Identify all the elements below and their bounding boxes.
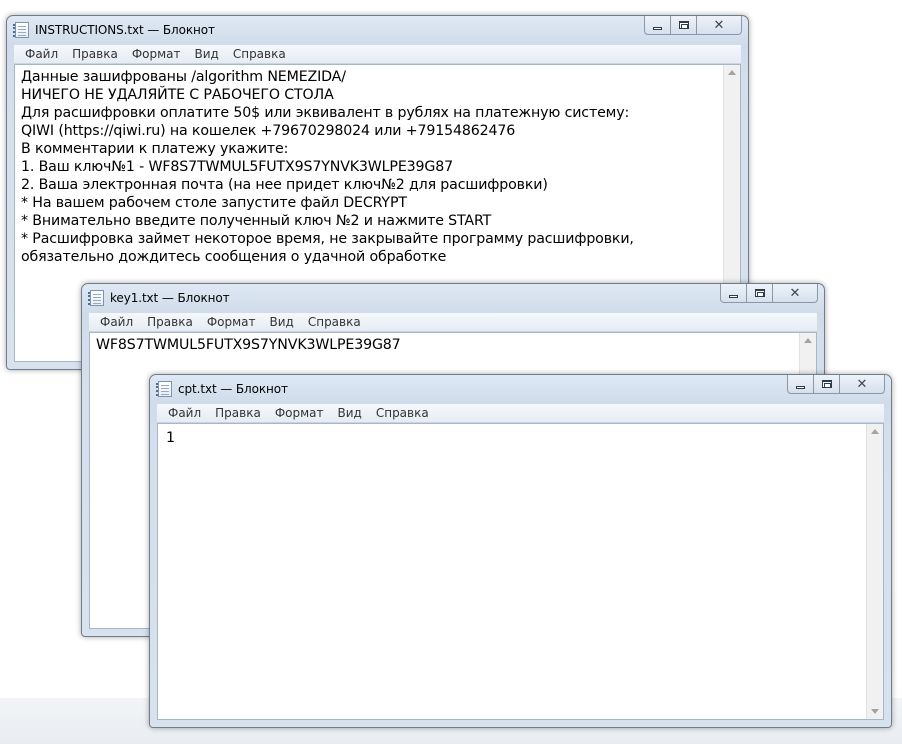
window-controls: ✕ [787,375,885,394]
minimize-button[interactable] [644,16,671,35]
menu-file[interactable]: Файл [93,315,140,329]
menu-edit[interactable]: Правка [140,315,200,329]
maximize-icon [678,21,689,29]
menu-edit[interactable]: Правка [208,406,268,420]
maximize-button[interactable] [814,375,840,394]
minimize-icon [729,294,738,298]
window-controls: ✕ [720,284,818,303]
minimize-icon [796,385,805,389]
menu-bar: Файл Правка Формат Вид Справка [14,45,741,64]
vertical-scrollbar[interactable] [866,424,883,719]
title-bar[interactable]: key1.txt — Блокнот [82,284,824,312]
maximize-icon [754,289,765,297]
title-bar[interactable]: INSTRUCTIONS.txt — Блокнот [7,16,748,44]
close-button[interactable]: ✕ [773,284,818,303]
close-button[interactable]: ✕ [840,375,885,394]
editor-content[interactable]: WF8S7TWMUL5FUTX9S7YNVK3WLPE39G87 [96,336,794,354]
menu-edit[interactable]: Правка [65,47,125,61]
maximize-button[interactable] [747,284,773,303]
maximize-button[interactable] [671,16,697,35]
close-icon: ✕ [856,376,868,392]
editor-content[interactable]: Данные зашифрованы /algorithm NEMEZIDA/ … [21,68,718,266]
close-icon: ✕ [789,285,801,301]
scroll-up-icon[interactable] [871,429,879,434]
editor-content[interactable]: 1 [166,429,861,447]
minimize-button[interactable] [787,375,814,394]
menu-help[interactable]: Справка [301,315,368,329]
cpt-window[interactable]: cpt.txt — Блокнот ✕ Файл Правка Формат В… [149,374,892,728]
menu-view[interactable]: Вид [331,406,369,420]
title-bar[interactable]: cpt.txt — Блокнот [150,375,891,403]
menu-view[interactable]: Вид [188,47,226,61]
notepad-icon [13,22,29,38]
window-title: INSTRUCTIONS.txt — Блокнот [35,23,215,37]
menu-format[interactable]: Формат [268,406,331,420]
menu-file[interactable]: Файл [18,47,65,61]
menu-help[interactable]: Справка [369,406,436,420]
notepad-icon [156,381,172,397]
close-icon: ✕ [713,17,725,33]
menu-help[interactable]: Справка [226,47,293,61]
menu-format[interactable]: Формат [125,47,188,61]
scroll-up-icon[interactable] [804,338,812,343]
menu-format[interactable]: Формат [200,315,263,329]
window-controls: ✕ [644,16,742,35]
close-button[interactable]: ✕ [697,16,742,35]
notepad-icon [88,290,104,306]
menu-bar: Файл Правка Формат Вид Справка [89,313,817,332]
scroll-up-icon[interactable] [728,70,736,75]
window-title: cpt.txt — Блокнот [178,382,288,396]
text-editor[interactable]: 1 [157,423,884,720]
minimize-icon [653,26,662,30]
menu-view[interactable]: Вид [263,315,301,329]
menu-bar: Файл Правка Формат Вид Справка [157,404,884,423]
scroll-down-icon[interactable] [871,709,879,714]
minimize-button[interactable] [720,284,747,303]
window-title: key1.txt — Блокнот [110,291,230,305]
menu-file[interactable]: Файл [161,406,208,420]
maximize-icon [821,380,832,388]
